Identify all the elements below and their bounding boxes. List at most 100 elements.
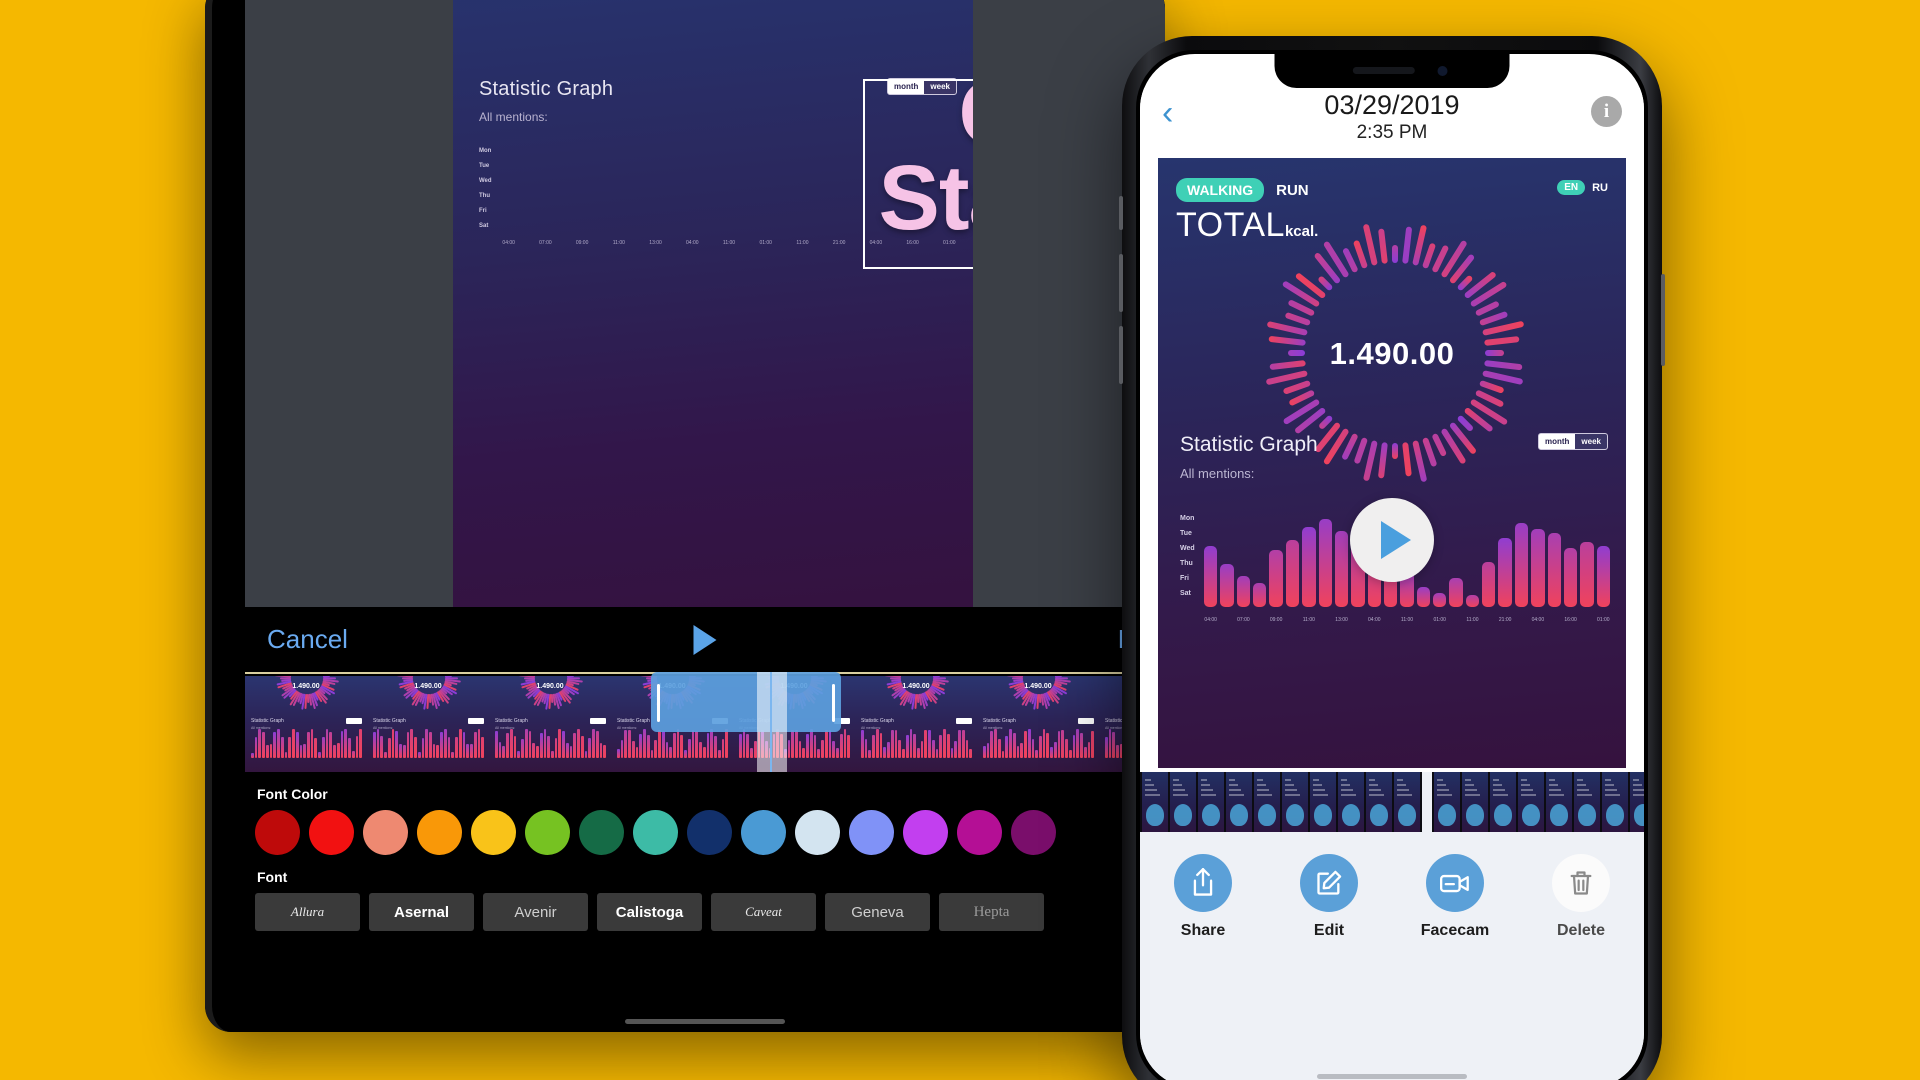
thumb-line [1341,789,1353,791]
overlay-text[interactable]: Get Started [861,67,973,244]
thumb-bar [742,728,746,758]
font-option[interactable]: Hepta [939,893,1044,931]
timeline-clip-thumbnail[interactable]: 1.490.00Statistic GraphAll mentions: [245,676,367,772]
color-swatch[interactable] [471,810,516,855]
thumb-total-value: 1.490.00 [1024,683,1052,690]
thumb-bar [864,739,868,758]
filmstrip-thumbnail[interactable] [1462,772,1488,832]
font-option[interactable]: Allura [255,893,360,931]
play-button[interactable] [1350,498,1434,582]
thumb-period-toggle [1078,718,1094,724]
filmstrip-thumbnail[interactable] [1142,772,1168,832]
filmstrip-thumbnail[interactable] [1490,772,1516,832]
filmstrip-thumbnail[interactable] [1394,772,1420,832]
video-preview-frame[interactable]: Statistic Graph All mentions: month week… [453,0,973,607]
filmstrip-thumbnail[interactable] [1546,772,1572,832]
color-swatch[interactable] [795,810,840,855]
iphone-power-button[interactable] [1661,274,1665,366]
trash-icon[interactable] [1552,854,1610,912]
iphone-mute-switch[interactable] [1119,196,1123,230]
filmstrip-thumbnail[interactable] [1226,772,1252,832]
color-swatch[interactable] [957,810,1002,855]
font-option[interactable]: Geneva [825,893,930,931]
thumb-bar [706,733,710,758]
timeline-playhead[interactable] [757,672,787,772]
filmstrip-thumbnail[interactable] [1338,772,1364,832]
text-overlay-selection-box[interactable]: Get Started ↻ [863,67,973,269]
share-icon[interactable] [1174,854,1232,912]
filmstrip-thumbnail[interactable] [1518,772,1544,832]
iphone-volume-down-button[interactable] [1119,326,1123,384]
filmstrip-thumbnail[interactable] [1630,772,1644,832]
color-swatch[interactable] [417,810,462,855]
thumb-bar [836,747,839,758]
filmstrip-thumbnail[interactable] [1574,772,1600,832]
period-toggle[interactable]: month week [1537,433,1608,450]
toggle-month[interactable]: month [1539,434,1575,449]
thumb-bar [318,751,321,758]
timeline-clip-thumbnail[interactable]: 1.490.00Statistic GraphAll mentions: [977,676,1099,772]
color-swatch[interactable] [579,810,624,855]
iphone-volume-up-button[interactable] [1119,254,1123,312]
lang-en-badge[interactable]: EN [1557,180,1586,195]
editor-preview-canvas[interactable]: Statistic Graph All mentions: month week… [245,0,1165,607]
filmstrip-thumbnail[interactable] [1254,772,1280,832]
font-option[interactable]: Caveat [711,893,816,931]
editor-timeline[interactable]: 1.490.00 Statistic Graph All mentions: 1.49… [245,672,1165,774]
thumb-bar [935,749,939,758]
front-camera-icon [1437,66,1448,76]
filmstrip-thumbnail[interactable] [1602,772,1628,832]
filmstrip-thumbnail[interactable] [1282,772,1308,832]
total-label: TOTAL [1176,206,1285,244]
filmstrip-thumbnail[interactable] [1366,772,1392,832]
action-edit[interactable]: Edit [1283,854,1375,940]
action-delete[interactable]: Delete [1535,854,1627,940]
mode-run-label[interactable]: RUN [1276,182,1309,199]
color-swatch[interactable] [363,810,408,855]
x-tick-label: 04:00 [1204,617,1217,623]
action-facecam[interactable]: Facecam [1409,854,1501,940]
cancel-button[interactable]: Cancel [267,624,348,655]
filmstrip-thumbnail[interactable] [1310,772,1336,832]
timeline-handle-right[interactable] [832,684,835,722]
font-option[interactable]: Calistoga [597,893,702,931]
lang-ru-label[interactable]: RU [1592,182,1608,194]
color-swatch[interactable] [633,810,678,855]
color-swatch[interactable] [525,810,570,855]
edit-pencil-icon[interactable] [1300,854,1358,912]
color-swatch[interactable] [309,810,354,855]
info-icon[interactable]: i [1591,96,1622,127]
timeline-clip-thumbnail[interactable]: 1.490.00Statistic GraphAll mentions: [367,676,489,772]
action-share[interactable]: Share [1157,854,1249,940]
video-player[interactable]: WALKING RUN EN RU TOTALkcal. 1.490.00 St… [1158,158,1626,768]
filmstrip-thumbnail[interactable] [1198,772,1224,832]
color-swatch[interactable] [1011,810,1056,855]
color-swatch[interactable] [741,810,786,855]
video-filmstrip[interactable] [1140,772,1644,832]
activity-mode-tags[interactable]: WALKING RUN [1176,178,1309,202]
font-option[interactable]: Avenir [483,893,588,931]
play-icon[interactable] [693,624,717,655]
font-options[interactable]: Allura Asernal Avenir Calistoga Caveat Geneva… [255,893,1155,931]
font-color-swatches[interactable] [255,810,1155,855]
x-tick-label: 09:00 [1269,617,1283,623]
language-toggle[interactable]: EN RU [1557,180,1608,195]
chart-bar [1302,526,1316,607]
timeline-clip-thumbnail[interactable]: 1.490.00Statistic GraphAll mentions: [855,676,977,772]
filmstrip-thumbnail[interactable] [1434,772,1460,832]
thumb-bar [410,728,414,758]
video-camera-icon[interactable] [1426,854,1484,912]
color-swatch[interactable] [255,810,300,855]
color-swatch[interactable] [903,810,948,855]
toggle-week[interactable]: week [1575,434,1607,449]
mode-walking-badge[interactable]: WALKING [1176,178,1265,202]
font-option[interactable]: Asernal [369,893,474,931]
filmstrip-thumbnail[interactable] [1170,772,1196,832]
thumb-line [1465,789,1477,791]
timeline-clip-thumbnail[interactable]: 1.490.00Statistic GraphAll mentions: [489,676,611,772]
thumb-bar [458,728,462,758]
color-swatch[interactable] [687,810,732,855]
timeline-selection[interactable] [651,672,841,732]
color-swatch[interactable] [849,810,894,855]
timeline-handle-left[interactable] [657,684,660,722]
